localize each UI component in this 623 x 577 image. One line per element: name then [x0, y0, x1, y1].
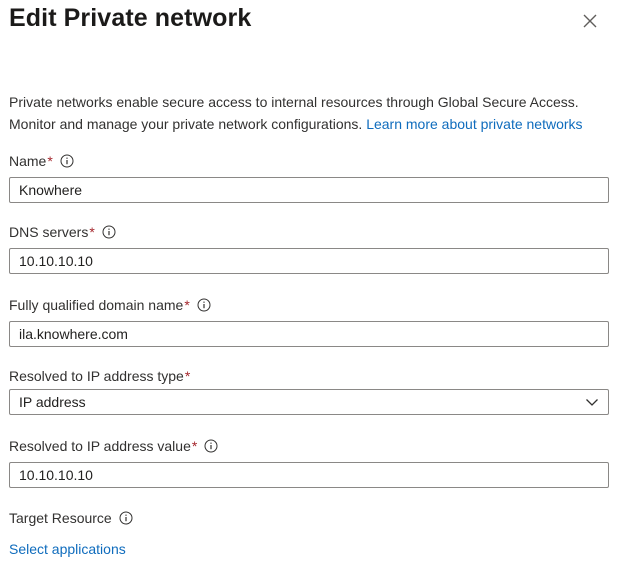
dns-servers-input[interactable]: [9, 248, 609, 274]
dns-label-text: DNS servers: [9, 224, 89, 240]
target-resource-label: Target Resource: [9, 508, 133, 528]
select-applications-link[interactable]: Select applications: [9, 541, 126, 557]
name-label: Name *: [9, 151, 74, 171]
ip-type-selected: IP address: [19, 394, 86, 410]
chevron-down-icon: [586, 399, 598, 406]
ip-value-label-text: Resolved to IP address value: [9, 438, 191, 454]
close-icon: [583, 14, 597, 28]
name-input[interactable]: [9, 177, 609, 203]
info-icon[interactable]: [60, 154, 74, 168]
required-marker: *: [47, 153, 53, 169]
ip-value-label: Resolved to IP address value *: [9, 436, 218, 456]
close-button[interactable]: [578, 9, 602, 33]
required-marker: *: [89, 224, 95, 240]
panel-title: Edit Private network: [9, 4, 252, 32]
ip-value-input[interactable]: [9, 462, 609, 488]
description: Private networks enable secure access to…: [9, 91, 614, 135]
target-resource-label-text: Target Resource: [9, 510, 112, 526]
required-marker: *: [184, 368, 191, 384]
info-icon[interactable]: [204, 439, 218, 453]
info-icon[interactable]: [102, 225, 116, 239]
dns-label: DNS servers *: [9, 222, 116, 242]
required-marker: *: [191, 438, 198, 454]
ip-type-label-text: Resolved to IP address type: [9, 368, 184, 384]
ip-type-dropdown[interactable]: IP address: [9, 389, 609, 415]
ip-type-label: Resolved to IP address type *: [9, 366, 190, 386]
learn-more-link[interactable]: Learn more about private networks: [366, 116, 582, 132]
required-marker: *: [184, 297, 190, 313]
fqdn-label: Fully qualified domain name *: [9, 295, 211, 315]
fqdn-input[interactable]: [9, 321, 609, 347]
info-icon[interactable]: [197, 298, 211, 312]
name-label-text: Name: [9, 153, 47, 169]
fqdn-label-text: Fully qualified domain name: [9, 297, 184, 313]
info-icon[interactable]: [119, 511, 133, 525]
